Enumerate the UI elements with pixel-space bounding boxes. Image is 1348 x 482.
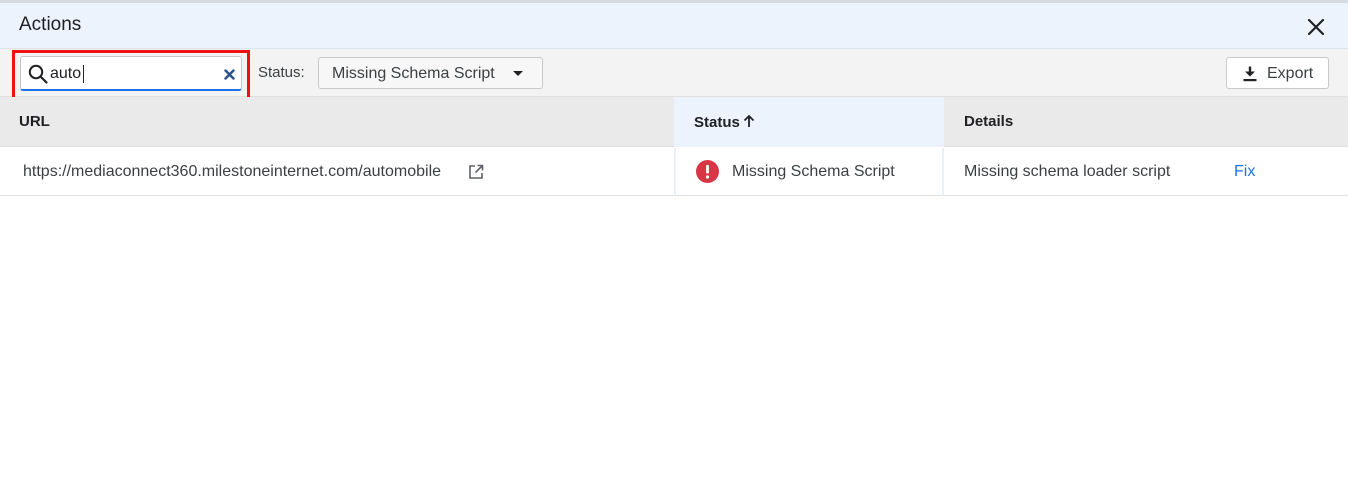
- fix-link[interactable]: Fix: [1234, 163, 1255, 181]
- column-header-status[interactable]: Status: [674, 97, 944, 147]
- clear-search-button[interactable]: [220, 65, 238, 83]
- row-details: Missing schema loader script: [964, 163, 1171, 180]
- external-link-icon[interactable]: [467, 163, 485, 181]
- column-header-url[interactable]: URL: [0, 97, 674, 147]
- column-header-status-label: Status: [694, 114, 740, 131]
- status-filter-value: Missing Schema Script: [332, 65, 495, 82]
- column-divider: [942, 148, 944, 195]
- table-row: https://mediaconnect360.milestoneinterne…: [0, 148, 1348, 196]
- row-status: Missing Schema Script: [732, 163, 895, 180]
- dialog-header: Actions: [0, 3, 1348, 49]
- column-header-url-label: URL: [19, 113, 50, 130]
- column-divider: [674, 148, 676, 195]
- download-icon: [1243, 66, 1257, 82]
- export-button[interactable]: Export: [1226, 57, 1329, 89]
- search-box[interactable]: [20, 56, 242, 91]
- toolbar: Status: Missing Schema Script Export: [0, 49, 1348, 102]
- column-header-details[interactable]: Details: [944, 97, 1348, 147]
- column-header-details-label: Details: [964, 113, 1014, 130]
- status-filter-dropdown[interactable]: Missing Schema Script: [318, 57, 543, 89]
- close-icon: [1307, 18, 1325, 36]
- close-button[interactable]: [1303, 14, 1329, 40]
- status-filter-label: Status:: [258, 64, 305, 81]
- error-icon: [696, 160, 719, 183]
- clear-icon: [223, 68, 235, 80]
- chevron-down-icon: [513, 71, 523, 76]
- table-header: URL Status Details: [0, 97, 1348, 147]
- search-input[interactable]: [50, 62, 210, 86]
- dialog-title: Actions: [19, 14, 82, 35]
- export-label: Export: [1267, 65, 1314, 82]
- search-icon: [28, 64, 48, 84]
- text-cursor: [83, 65, 84, 83]
- arrow-up-icon: [743, 114, 754, 127]
- row-url: https://mediaconnect360.milestoneinterne…: [23, 163, 442, 180]
